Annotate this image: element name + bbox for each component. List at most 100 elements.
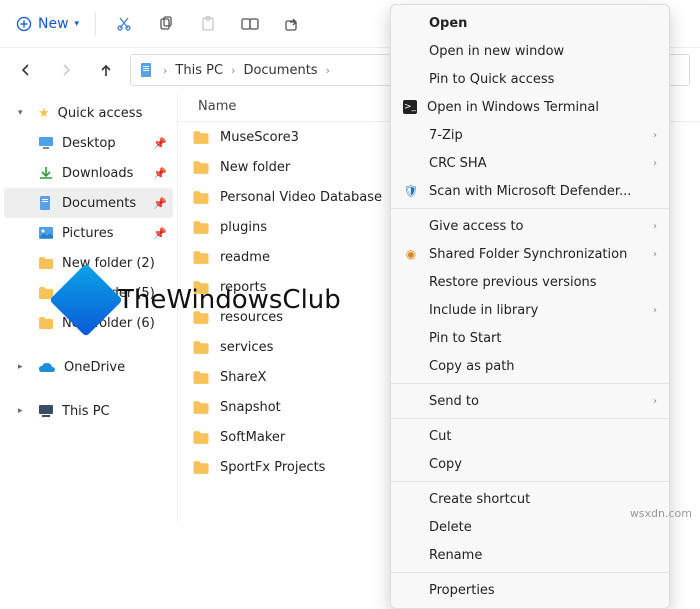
sidebar-item-label: Documents [62,196,145,211]
list-item-label: resources [220,310,283,325]
ctx-shared-sync[interactable]: ◉Shared Folder Synchronization› [391,240,669,268]
separator [391,418,669,419]
separator [391,383,669,384]
ctx-label: Open in Windows Terminal [427,100,657,115]
list-item-label: SoftMaker [220,430,285,445]
shield-icon: 🛡 [403,184,419,198]
ctx-label: Copy as path [429,359,657,374]
breadcrumb-root[interactable]: This PC [175,63,223,78]
chevron-right-icon: › [653,396,657,407]
ctx-crc-sha[interactable]: CRC SHA› [391,149,669,177]
chevron-right-icon: › [653,305,657,316]
sidebar-item-documents[interactable]: Documents 📌 [4,188,173,218]
ctx-restore[interactable]: Restore previous versions [391,268,669,296]
ctx-defender[interactable]: 🛡 Scan with Microsoft Defender... [391,177,669,205]
sidebar-item-folder[interactable]: New folder (2) [4,248,173,278]
ctx-create-shortcut[interactable]: Create shortcut [391,485,669,513]
pin-icon: 📌 [153,137,167,150]
sidebar-thispc[interactable]: ▸ This PC [4,396,173,426]
folder-icon [192,430,210,445]
sidebar-onedrive[interactable]: ▸ OneDrive [4,352,173,382]
share-icon[interactable] [274,8,310,40]
rename-icon[interactable] [232,8,268,40]
folder-icon [192,280,210,295]
cloud-icon [38,361,56,373]
folder-icon [192,400,210,415]
list-item-label: SportFx Projects [220,460,325,475]
paste-icon [190,8,226,40]
ctx-label: Open [429,16,657,31]
sidebar: ▾ ★ Quick access Desktop 📌 Downloads 📌 D… [0,92,178,524]
ctx-label: Cut [429,429,657,444]
ctx-label: Restore previous versions [429,275,657,290]
folder-icon [38,256,54,270]
back-button[interactable] [10,54,42,86]
separator [391,572,669,573]
list-item-label: ShareX [220,370,266,385]
pin-icon: 📌 [153,197,167,210]
sidebar-item-desktop[interactable]: Desktop 📌 [4,128,173,158]
ctx-label: 7-Zip [429,128,643,143]
ctx-label: Pin to Quick access [429,72,657,87]
ctx-open-new-window[interactable]: Open in new window [391,37,669,65]
chevron-right-icon: › [653,130,657,141]
ctx-label: Give access to [429,219,643,234]
chevron-right-icon: ▸ [18,362,28,372]
ctx-label: Delete [429,520,657,535]
ctx-label: Properties [429,583,657,598]
ctx-pin-quick[interactable]: Pin to Quick access [391,65,669,93]
list-item-label: Snapshot [220,400,281,415]
ctx-delete[interactable]: Delete [391,513,669,541]
ctx-pin-start[interactable]: Pin to Start [391,324,669,352]
chevron-down-icon: ▾ [18,108,28,118]
ctx-label: Include in library [429,303,643,318]
terminal-icon: >_ [403,100,417,114]
ctx-copy[interactable]: Copy [391,450,669,478]
sidebar-item-downloads[interactable]: Downloads 📌 [4,158,173,188]
ctx-give-access[interactable]: Give access to› [391,212,669,240]
column-header-label: Name [198,99,236,114]
folder-icon [192,130,210,145]
separator [95,12,96,36]
ctx-label: Scan with Microsoft Defender... [429,184,657,199]
new-button[interactable]: New ▾ [10,12,85,36]
sidebar-item-label: This PC [62,404,167,419]
ctx-label: Pin to Start [429,331,657,346]
ctx-7zip[interactable]: 7-Zip › [391,121,669,149]
sidebar-item-pictures[interactable]: Pictures 📌 [4,218,173,248]
ctx-copy-path[interactable]: Copy as path [391,352,669,380]
folder-icon [192,340,210,355]
sidebar-item-folder[interactable]: New folder (6) [4,308,173,338]
ctx-open[interactable]: Open [391,9,669,37]
folder-icon [38,286,54,300]
ctx-rename[interactable]: Rename [391,541,669,569]
pc-icon [38,404,54,418]
separator [391,481,669,482]
ctx-include-lib[interactable]: Include in library › [391,296,669,324]
desktop-icon [38,135,54,151]
sync-icon: ◉ [403,247,419,261]
list-item-label: New folder [220,160,290,175]
list-item-label: readme [220,250,270,265]
sidebar-quick-access[interactable]: ▾ ★ Quick access [4,98,173,128]
folder-icon [192,190,210,205]
footer-note: wsxdn.com [630,507,692,520]
context-menu: Open Open in new window Pin to Quick acc… [390,4,670,609]
sidebar-item-folder[interactable]: New folder (5) [4,278,173,308]
list-item-label: services [220,340,273,355]
sidebar-item-label: New folder (2) [62,256,167,271]
forward-button [50,54,82,86]
chevron-down-icon: ▾ [75,19,80,29]
ctx-send-to[interactable]: Send to› [391,387,669,415]
document-icon [139,62,155,78]
star-icon: ★ [38,106,50,121]
up-button[interactable] [90,54,122,86]
ctx-cut[interactable]: Cut [391,422,669,450]
ctx-properties[interactable]: Properties [391,576,669,604]
breadcrumb-folder[interactable]: Documents [243,63,317,78]
copy-icon[interactable] [148,8,184,40]
ctx-open-terminal[interactable]: >_ Open in Windows Terminal [391,93,669,121]
list-item-label: Personal Video Database [220,190,382,205]
sidebar-item-label: Quick access [58,106,167,121]
cut-icon[interactable] [106,8,142,40]
